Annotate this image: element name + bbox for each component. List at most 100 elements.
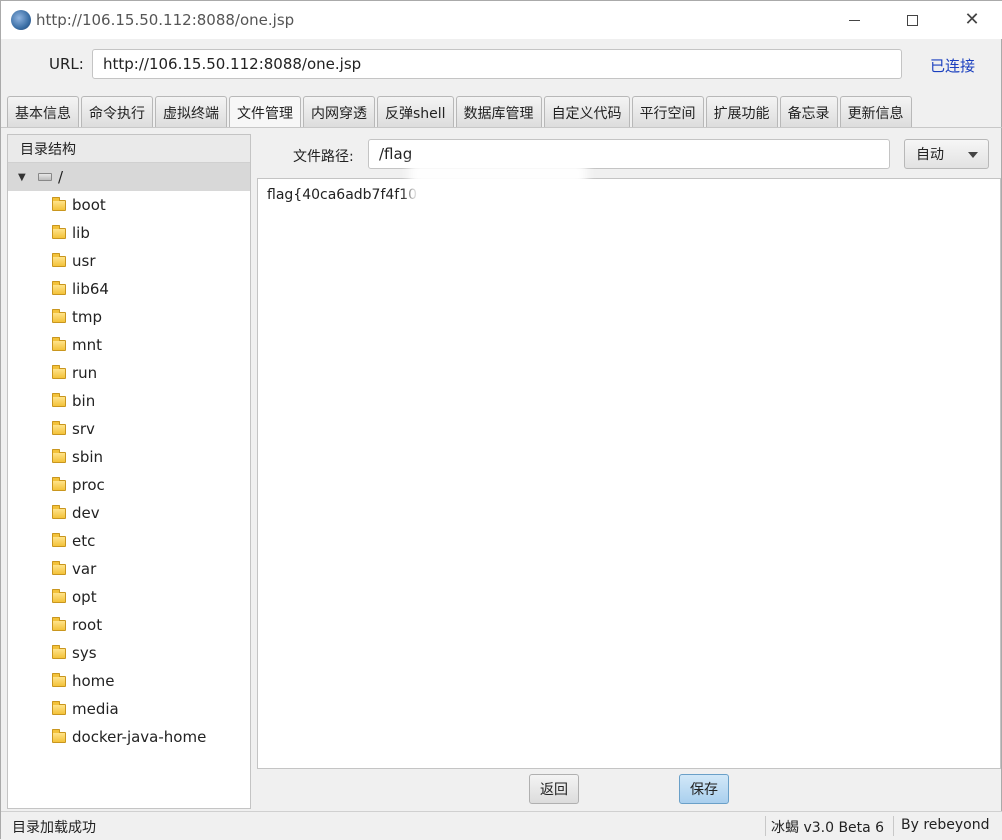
folder-icon (52, 336, 66, 351)
tree-item[interactable]: run (8, 359, 250, 387)
tree-item-label: run (72, 364, 98, 382)
folder-icon (52, 476, 66, 491)
tree-root-label: / (58, 168, 64, 186)
folder-icon (52, 588, 66, 603)
window-title: http://106.15.50.112:8088/one.jsp (36, 11, 295, 29)
expand-toggle-icon[interactable]: ▼ (18, 172, 32, 183)
folder-icon (52, 560, 66, 575)
folder-icon (52, 280, 66, 295)
tree-item[interactable]: proc (8, 471, 250, 499)
tree-item-label: mnt (72, 336, 102, 354)
tree-item[interactable]: sbin (8, 443, 250, 471)
folder-icon (52, 224, 66, 239)
url-input[interactable] (92, 49, 902, 79)
folder-icon (52, 700, 66, 715)
tree-item-label: home (72, 672, 115, 690)
tree-item[interactable]: usr (8, 247, 250, 275)
encoding-select[interactable]: 自动 (904, 139, 989, 169)
minimize-button[interactable] (831, 1, 877, 39)
tree-item[interactable]: bin (8, 387, 250, 415)
folder-icon (52, 728, 66, 743)
tab-update-info[interactable]: 更新信息 (839, 96, 912, 128)
app-version: 冰蝎 v3.0 Beta 6 (771, 820, 885, 836)
tree-item-label: sbin (72, 448, 104, 466)
tree-item[interactable]: var (8, 555, 250, 583)
tree-item[interactable]: home (8, 667, 250, 695)
tree-item[interactable]: mnt (8, 331, 250, 359)
file-path-label: 文件路径: (293, 149, 354, 165)
tab-file-manager[interactable]: 文件管理 (229, 96, 301, 128)
drive-icon (38, 173, 52, 181)
tab-reverse-shell[interactable]: 反弹shell (377, 96, 454, 128)
tab-virtual-terminal[interactable]: 虚拟终端 (155, 96, 227, 128)
app-author: By rebeyond (901, 817, 990, 833)
directory-header: 目录结构 (8, 135, 250, 163)
tree-item-label: root (72, 616, 103, 634)
tree-item-label: sys (72, 644, 97, 662)
tree-item-label: etc (72, 532, 96, 550)
file-content-editor[interactable]: flag{40ca6adb7f4f10 (257, 178, 1001, 769)
tree-root-node[interactable]: ▼ / (8, 163, 250, 191)
tree-item[interactable]: srv (8, 415, 250, 443)
tree-item[interactable]: docker-java-home (8, 723, 250, 751)
tree-item-label: tmp (72, 308, 103, 326)
tree-item[interactable]: tmp (8, 303, 250, 331)
tree-item[interactable]: media (8, 695, 250, 723)
status-divider (765, 816, 766, 836)
back-button[interactable]: 返回 (529, 774, 579, 804)
tree-item[interactable]: root (8, 611, 250, 639)
folder-icon (52, 196, 66, 211)
maximize-button[interactable] (889, 1, 935, 39)
tree-item[interactable]: etc (8, 527, 250, 555)
tab-command-exec[interactable]: 命令执行 (81, 96, 153, 128)
tab-intranet-tunnel[interactable]: 内网穿透 (303, 96, 375, 128)
app-logo-icon (11, 10, 31, 30)
title-bar: http://106.15.50.112:8088/one.jsp ✕ (1, 1, 1002, 39)
tree-item-label: usr (72, 252, 96, 270)
tree-item[interactable]: lib (8, 219, 250, 247)
tree-item[interactable]: sys (8, 639, 250, 667)
folder-icon (52, 504, 66, 519)
tab-extensions[interactable]: 扩展功能 (705, 96, 778, 128)
tab-memo[interactable]: 备忘录 (779, 96, 838, 128)
status-message: 目录加载成功 (12, 820, 96, 836)
tree-item-label: lib (72, 224, 90, 242)
tab-basic-info[interactable]: 基本信息 (7, 96, 79, 128)
tree-item-label: boot (72, 196, 106, 214)
maximize-icon (906, 14, 918, 26)
folder-icon (52, 672, 66, 687)
tree-item-label: lib64 (72, 280, 109, 298)
tree-item-label: var (72, 560, 97, 578)
status-bar: 目录加载成功 冰蝎 v3.0 Beta 6 By rebeyond (1, 811, 1002, 840)
tree-item[interactable]: dev (8, 499, 250, 527)
folder-icon (52, 364, 66, 379)
tree-item-label: bin (72, 392, 96, 410)
close-button[interactable]: ✕ (949, 1, 995, 39)
connection-status[interactable]: 已连接 (930, 55, 975, 76)
tab-database-manager[interactable]: 数据库管理 (455, 96, 542, 128)
app-window: http://106.15.50.112:8088/one.jsp ✕ URL:… (0, 0, 1002, 840)
file-path-input[interactable] (368, 139, 890, 169)
chevron-down-icon (968, 152, 978, 158)
directory-panel: 目录结构 ▼ / boot lib usr lib64 tmp mnt run … (7, 134, 251, 809)
tree-item[interactable]: opt (8, 583, 250, 611)
tab-bar: 基本信息 命令执行 虚拟终端 文件管理 内网穿透 反弹shell 数据库管理 自… (7, 96, 914, 128)
tree-item-label: srv (72, 420, 95, 438)
tree-item-label: opt (72, 588, 97, 606)
minimize-icon (848, 19, 860, 21)
tree-item-label: media (72, 700, 119, 718)
folder-icon (52, 308, 66, 323)
tree-item[interactable]: lib64 (8, 275, 250, 303)
folder-icon (52, 644, 66, 659)
folder-icon (52, 616, 66, 631)
tab-custom-code[interactable]: 自定义代码 (543, 96, 630, 128)
status-divider (893, 816, 894, 836)
tree-item[interactable]: boot (8, 191, 250, 219)
tree-item-label: dev (72, 504, 100, 522)
tab-divider (1, 127, 1002, 128)
encoding-value: 自动 (916, 147, 944, 163)
close-icon: ✕ (964, 9, 980, 30)
save-button[interactable]: 保存 (679, 774, 729, 804)
tree-item-label: proc (72, 476, 105, 494)
tab-parallel-space[interactable]: 平行空间 (631, 96, 704, 128)
